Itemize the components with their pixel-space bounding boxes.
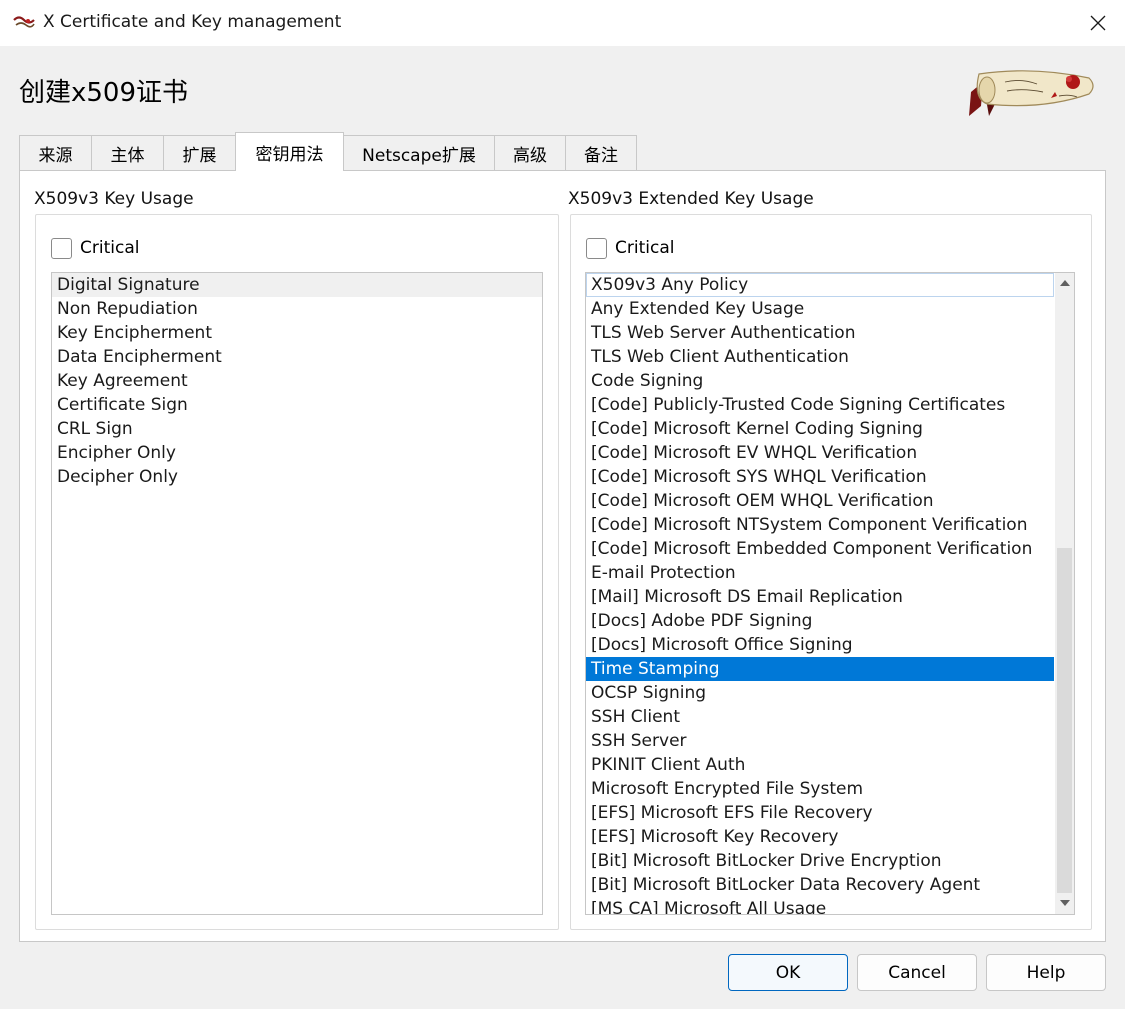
key-usage-item[interactable]: Data Encipherment	[52, 345, 542, 369]
extended-key-usage-item[interactable]: Microsoft Encrypted File System	[586, 777, 1054, 801]
help-button-label: Help	[1026, 962, 1066, 983]
key-usage-critical[interactable]: Critical	[51, 236, 139, 260]
vertical-scrollbar[interactable]	[1055, 273, 1074, 914]
extended-key-usage-item[interactable]: [EFS] Microsoft Key Recovery	[586, 825, 1054, 849]
tab-advanced[interactable]: 高级	[494, 135, 566, 171]
extended-key-usage-item[interactable]: [Docs] Microsoft Office Signing	[586, 633, 1054, 657]
tab-label: 扩展	[182, 146, 217, 166]
extended-key-usage-item[interactable]: [Code] Microsoft Embedded Component Veri…	[586, 537, 1054, 561]
extended-key-usage-item[interactable]: [Code] Microsoft Kernel Coding Signing	[586, 417, 1054, 441]
help-button[interactable]: Help	[986, 954, 1106, 991]
extended-key-usage-item[interactable]: Code Signing	[586, 369, 1054, 393]
tab-netscape[interactable]: Netscape扩展	[343, 135, 495, 171]
scroll-up-arrow-icon	[1059, 280, 1070, 286]
key-usage-label: X509v3 Key Usage	[34, 189, 194, 209]
extended-key-usage-item[interactable]: [Bit] Microsoft BitLocker Data Recovery …	[586, 873, 1054, 897]
extended-key-usage-critical-label: Critical	[615, 238, 675, 258]
key-usage-critical-checkbox[interactable]	[51, 237, 72, 259]
extended-key-usage-item[interactable]: Any Extended Key Usage	[586, 297, 1054, 321]
ok-button-label: OK	[775, 962, 801, 983]
key-usage-list[interactable]: Digital Signature Non Repudiation Key Enci…	[51, 272, 543, 915]
extended-key-usage-item[interactable]: [Code] Microsoft SYS WHQL Verification	[586, 465, 1054, 489]
extended-key-usage-item[interactable]: [Code] Publicly-Trusted Code Signing Cer…	[586, 393, 1054, 417]
tab-source[interactable]: 来源	[19, 135, 92, 171]
tab-label: 来源	[38, 146, 73, 166]
extended-key-usage-critical-checkbox[interactable]	[586, 237, 607, 259]
tab-label: 备注	[584, 146, 618, 166]
title-bar: X Certificate and Key management	[0, 0, 1125, 46]
cancel-button-label: Cancel	[888, 962, 946, 983]
extended-key-usage-item[interactable]: [EFS] Microsoft EFS File Recovery	[586, 801, 1054, 825]
key-usage-item[interactable]: Certificate Sign	[52, 393, 542, 417]
extended-key-usage-list[interactable]: X509v3 Any Policy Any Extended Key Usage T…	[585, 272, 1075, 915]
key-usage-item[interactable]: CRL Sign	[52, 417, 542, 441]
key-usage-item[interactable]: Non Repudiation	[52, 297, 542, 321]
app-icon	[13, 16, 35, 28]
extended-key-usage-item[interactable]: TLS Web Server Authentication	[586, 321, 1054, 345]
extended-key-usage-group: Critical X509v3 Any Policy Any Extended K…	[570, 214, 1092, 930]
scroll-down-button[interactable]	[1055, 893, 1074, 913]
extended-key-usage-item[interactable]: OCSP Signing	[586, 681, 1054, 705]
extended-key-usage-item[interactable]: Time Stamping	[586, 657, 1054, 681]
tab-subject[interactable]: 主体	[91, 135, 164, 171]
key-usage-item[interactable]: Encipher Only	[52, 441, 542, 465]
tab-key-usage[interactable]: 密钥用法	[235, 132, 344, 171]
window-title: X Certificate and Key management	[43, 12, 342, 32]
tab-label: 高级	[513, 146, 547, 166]
tab-panel: X509v3 Key Usage Critical Digital Signat…	[19, 170, 1106, 942]
key-usage-group: Critical Digital Signature Non Repudiatio…	[35, 214, 559, 930]
extended-key-usage-item[interactable]: SSH Server	[586, 729, 1054, 753]
extended-key-usage-item[interactable]: E-mail Protection	[586, 561, 1054, 585]
extended-key-usage-item[interactable]: [Code] Microsoft EV WHQL Verification	[586, 441, 1054, 465]
extended-key-usage-item[interactable]: X509v3 Any Policy	[586, 273, 1054, 297]
extended-key-usage-label: X509v3 Extended Key Usage	[568, 189, 814, 209]
extended-key-usage-item[interactable]: PKINIT Client Auth	[586, 753, 1054, 777]
tab-comment[interactable]: 备注	[565, 135, 637, 171]
tab-extensions[interactable]: 扩展	[163, 135, 236, 171]
extended-key-usage-item[interactable]: [MS CA] Microsoft All Usage	[586, 897, 1054, 914]
cancel-button[interactable]: Cancel	[857, 954, 977, 991]
key-usage-item[interactable]: Key Agreement	[52, 369, 542, 393]
extended-key-usage-item[interactable]: TLS Web Client Authentication	[586, 345, 1054, 369]
extended-key-usage-item[interactable]: SSH Client	[586, 705, 1054, 729]
extended-key-usage-item[interactable]: [Code] Microsoft NTSystem Component Veri…	[586, 513, 1054, 537]
extended-key-usage-item[interactable]: [Code] Microsoft OEM WHQL Verification	[586, 489, 1054, 513]
close-icon	[1090, 15, 1105, 31]
scroll-down-arrow-icon	[1059, 900, 1070, 906]
key-usage-critical-label: Critical	[80, 238, 140, 258]
key-usage-item[interactable]: Decipher Only	[52, 465, 542, 489]
scroll-up-button[interactable]	[1055, 273, 1074, 293]
extended-key-usage-critical[interactable]: Critical	[586, 236, 674, 260]
tab-label: 主体	[110, 146, 145, 166]
xca-logo	[969, 70, 1094, 116]
close-button[interactable]	[1070, 0, 1125, 46]
extended-key-usage-item[interactable]: [Bit] Microsoft BitLocker Drive Encrypti…	[586, 849, 1054, 873]
scroll-thumb[interactable]	[1057, 548, 1072, 893]
page-title: 创建x509证书	[19, 78, 189, 108]
key-usage-item[interactable]: Key Encipherment	[52, 321, 542, 345]
tab-label: Netscape扩展	[362, 146, 476, 166]
key-usage-item[interactable]: Digital Signature	[52, 273, 542, 297]
tab-label: 密钥用法	[255, 144, 324, 165]
extended-key-usage-item[interactable]: [Mail] Microsoft DS Email Replication	[586, 585, 1054, 609]
ok-button[interactable]: OK	[728, 954, 848, 991]
extended-key-usage-item[interactable]: [Docs] Adobe PDF Signing	[586, 609, 1054, 633]
